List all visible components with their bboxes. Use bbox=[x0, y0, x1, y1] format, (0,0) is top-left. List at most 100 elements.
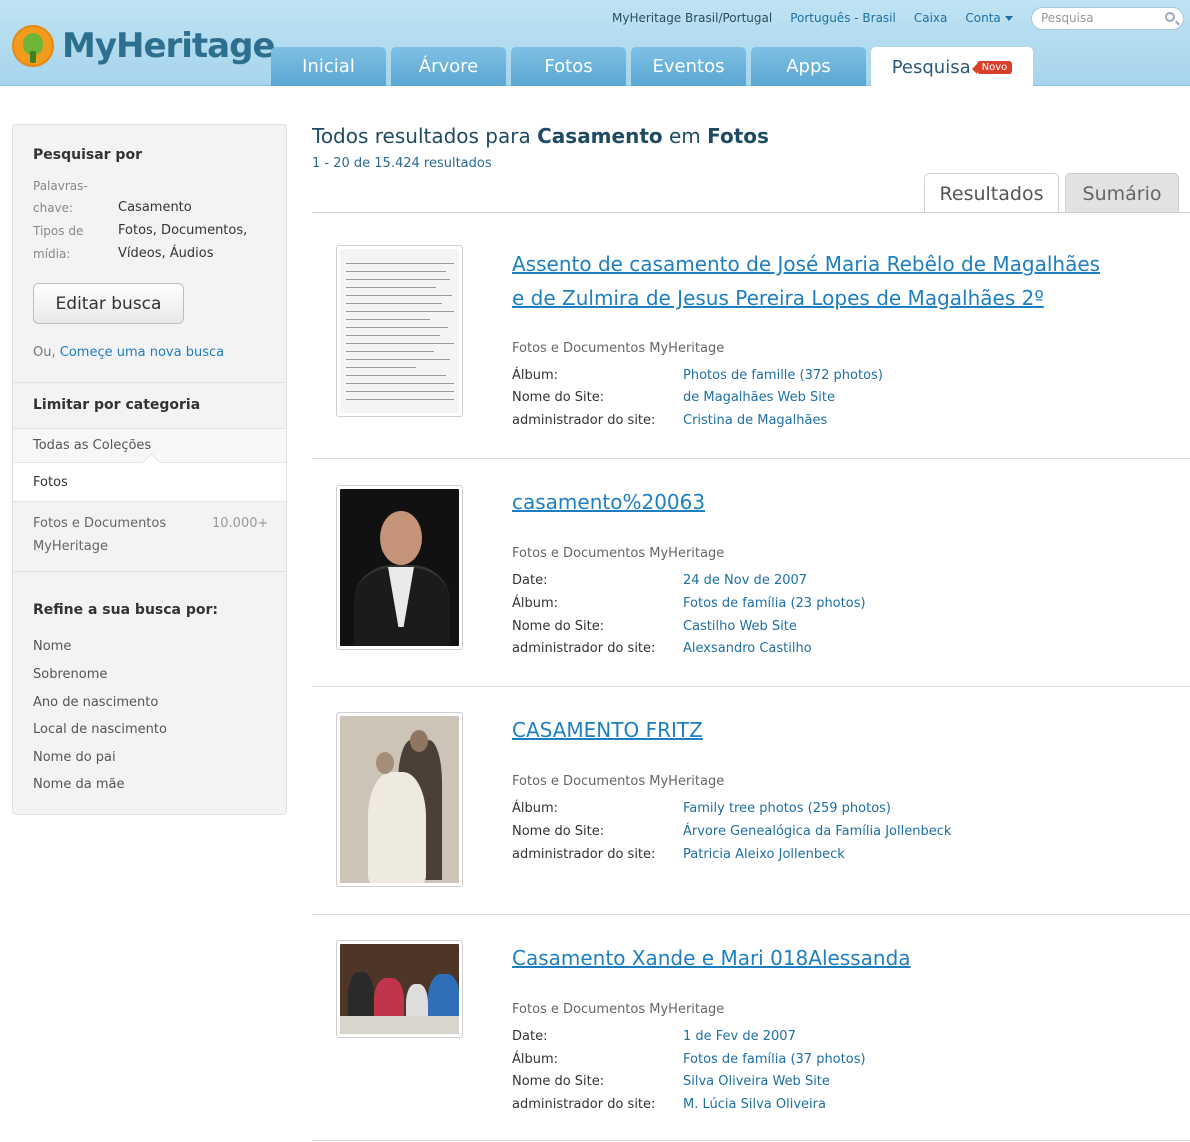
myheritage-logo[interactable]: MyHeritage bbox=[12, 24, 276, 68]
refine-ano-nascimento[interactable]: Ano de nascimento bbox=[33, 695, 158, 710]
media-label-2: mídia: bbox=[33, 247, 71, 261]
field-label: administrador do site: bbox=[512, 413, 656, 428]
field-value[interactable]: Fotos de família (37 photos) bbox=[683, 1052, 866, 1067]
field-value[interactable]: M. Lúcia Silva Oliveira bbox=[683, 1097, 826, 1112]
field-label: Nome do Site: bbox=[512, 619, 605, 634]
document-image bbox=[340, 249, 459, 413]
tab-pesquisa[interactable]: Pesquisa Novo bbox=[871, 47, 1033, 87]
result-source: Fotos e Documentos MyHeritage bbox=[512, 1002, 725, 1017]
media-label-1: Tipos de bbox=[33, 224, 84, 238]
title-prefix: Todos resultados para bbox=[312, 124, 538, 148]
result-count: 1 - 20 de 15.424 resultados bbox=[312, 156, 492, 171]
result-item: casamento%20063 Fotos e Documentos MyHer… bbox=[312, 459, 1190, 687]
refine-nome-pai[interactable]: Nome do pai bbox=[33, 750, 116, 765]
field-label: Date: bbox=[512, 1029, 548, 1044]
refine-nome[interactable]: Nome bbox=[33, 639, 71, 654]
field-label: Date: bbox=[512, 573, 548, 588]
title-category: Fotos bbox=[707, 124, 769, 148]
account-label: Conta bbox=[965, 11, 1001, 25]
result-thumbnail[interactable] bbox=[336, 245, 463, 417]
field-value[interactable]: de Magalhães Web Site bbox=[683, 390, 835, 405]
field-label: administrador do site: bbox=[512, 847, 656, 862]
field-value: 24 de Nov de 2007 bbox=[683, 573, 808, 588]
field-label: Álbum: bbox=[512, 1052, 559, 1067]
party-photo-image bbox=[340, 944, 459, 1034]
field-value[interactable]: Árvore Genealógica da Família Jollenbeck bbox=[683, 824, 951, 839]
result-source: Fotos e Documentos MyHeritage bbox=[512, 546, 725, 561]
tab-summary[interactable]: Sumário bbox=[1065, 173, 1179, 213]
tab-eventos[interactable]: Eventos bbox=[631, 47, 746, 86]
divider bbox=[13, 382, 286, 383]
edit-search-button[interactable]: Editar busca bbox=[33, 283, 184, 324]
field-value[interactable]: Alexsandro Castilho bbox=[683, 641, 812, 656]
top-link-language[interactable]: Português - Brasil bbox=[790, 11, 896, 25]
result-item: CASAMENTO FRITZ Fotos e Documentos MyHer… bbox=[312, 687, 1190, 915]
new-search-line: Ou, Começe uma nova busca bbox=[33, 345, 224, 360]
tab-inicial[interactable]: Inicial bbox=[271, 47, 386, 86]
top-link-inbox[interactable]: Caixa bbox=[914, 11, 948, 25]
title-query: Casamento bbox=[537, 124, 663, 148]
field-value[interactable]: Patricia Aleixo Jollenbeck bbox=[683, 847, 845, 862]
field-value[interactable]: Castilho Web Site bbox=[683, 619, 797, 634]
keywords-value: Casamento bbox=[118, 200, 192, 215]
result-title-link[interactable]: CASAMENTO FRITZ bbox=[512, 713, 1152, 747]
new-badge: Novo bbox=[971, 60, 1013, 74]
result-item: Assento de casamento de José Maria Rebêl… bbox=[312, 213, 1190, 459]
subcategory-line-2[interactable]: MyHeritage bbox=[33, 535, 108, 558]
chevron-down-icon bbox=[1004, 16, 1013, 21]
field-value[interactable]: Fotos de família (23 photos) bbox=[683, 596, 866, 611]
subcategory-line-1[interactable]: Fotos e Documentos bbox=[33, 512, 166, 535]
tab-apps[interactable]: Apps bbox=[751, 47, 866, 86]
result-thumbnail[interactable] bbox=[336, 485, 463, 650]
top-link-site[interactable]: MyHeritage Brasil/Portugal bbox=[612, 11, 772, 25]
search-by-heading: Pesquisar por bbox=[33, 147, 142, 163]
result-title-line-1: CASAMENTO FRITZ bbox=[512, 718, 703, 742]
result-title-link[interactable]: Casamento Xande e Mari 018Alessanda bbox=[512, 941, 1152, 975]
result-title-line-1: Assento de casamento de José Maria Rebêl… bbox=[512, 252, 1101, 276]
field-value[interactable]: Silva Oliveira Web Site bbox=[683, 1074, 830, 1089]
title-middle: em bbox=[662, 124, 708, 148]
result-title-line-1: Casamento Xande e Mari 018Alessanda bbox=[512, 946, 911, 970]
field-label: Nome do Site: bbox=[512, 824, 605, 839]
result-title-link[interactable]: Assento de casamento de José Maria Rebêl… bbox=[512, 247, 1152, 315]
search-placeholder: Pesquisa bbox=[1041, 11, 1094, 25]
or-text: Ou, bbox=[33, 345, 56, 360]
refine-heading: Refine a sua busca por: bbox=[33, 602, 219, 618]
wedding-photo-image bbox=[340, 716, 459, 883]
tab-results[interactable]: Resultados bbox=[924, 173, 1059, 213]
site-header: MyHeritage MyHeritage Brasil/Portugal Po… bbox=[0, 0, 1190, 87]
search-input[interactable]: Pesquisa bbox=[1031, 7, 1184, 30]
new-search-link[interactable]: Começe uma nova busca bbox=[60, 345, 224, 360]
result-thumbnail[interactable] bbox=[336, 940, 463, 1038]
field-label: administrador do site: bbox=[512, 1097, 656, 1112]
top-link-account[interactable]: Conta bbox=[965, 11, 1013, 25]
media-value-1: Fotos, Documentos, bbox=[118, 223, 248, 238]
result-source: Fotos e Documentos MyHeritage bbox=[512, 774, 725, 789]
result-item: Casamento Xande e Mari 018Alessanda Foto… bbox=[312, 915, 1190, 1142]
field-value[interactable]: Photos de famille (372 photos) bbox=[683, 368, 883, 383]
field-value: 1 de Fev de 2007 bbox=[683, 1029, 796, 1044]
portrait-image bbox=[340, 489, 459, 646]
page-title: Todos resultados para Casamento em Fotos bbox=[312, 124, 769, 148]
refine-local-nascimento[interactable]: Local de nascimento bbox=[33, 722, 167, 737]
tree-logo-icon bbox=[12, 25, 54, 67]
divider bbox=[312, 1140, 1190, 1141]
search-icon[interactable] bbox=[1165, 12, 1175, 22]
category-fotos[interactable]: Fotos bbox=[13, 462, 286, 502]
top-links: MyHeritage Brasil/Portugal Português - B… bbox=[612, 11, 1031, 25]
result-title-link[interactable]: casamento%20063 bbox=[512, 485, 1152, 519]
category-fotos-label: Fotos bbox=[33, 474, 68, 490]
logo-text: MyHeritage bbox=[62, 26, 276, 66]
divider bbox=[13, 571, 286, 572]
limit-category-heading: Limitar por categoria bbox=[33, 397, 201, 413]
tab-arvore[interactable]: Árvore bbox=[391, 47, 506, 86]
tab-pesquisa-label: Pesquisa bbox=[891, 56, 971, 78]
refine-sobrenome[interactable]: Sobrenome bbox=[33, 667, 107, 682]
field-label: Álbum: bbox=[512, 801, 559, 816]
field-value[interactable]: Cristina de Magalhães bbox=[683, 413, 827, 428]
refine-nome-mae[interactable]: Nome da mãe bbox=[33, 777, 124, 792]
result-thumbnail[interactable] bbox=[336, 712, 463, 887]
tab-fotos[interactable]: Fotos bbox=[511, 47, 626, 86]
keywords-label-1: Palavras- bbox=[33, 179, 88, 193]
field-value[interactable]: Family tree photos (259 photos) bbox=[683, 801, 891, 816]
